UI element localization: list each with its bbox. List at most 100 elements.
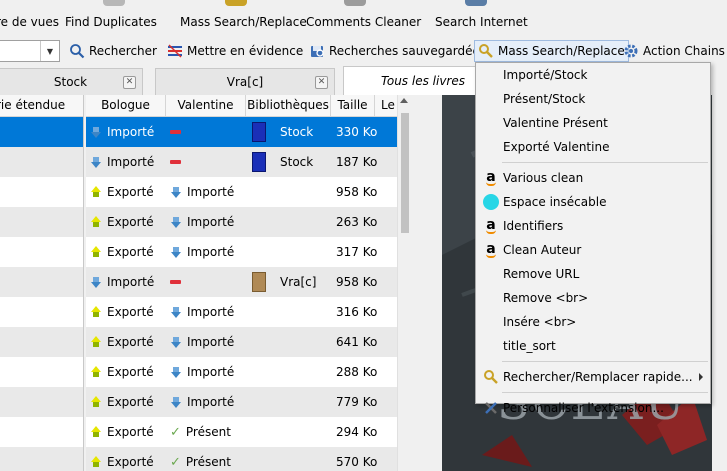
left-table-row[interactable] xyxy=(0,447,83,471)
cell-valentine: Importé xyxy=(170,387,234,417)
books-table: Bologue Valentine Bibliothèques Taille L… xyxy=(86,95,411,471)
table-row[interactable]: Importé Stock 330 Ko xyxy=(86,117,411,147)
column-header-bologue[interactable]: Bologue xyxy=(86,95,166,117)
table-row[interactable]: Exporté Importé 288 Ko xyxy=(86,357,411,387)
menu-item[interactable]: Importé/Stock xyxy=(477,63,709,87)
menu-item[interactable]: Exporté Valentine xyxy=(477,135,709,159)
exported-arrow-icon xyxy=(90,186,102,198)
table-row[interactable]: Exporté ✓ Présent 570 Ko xyxy=(86,447,411,471)
toolbar-mass-search-button[interactable]: Mass Search/Replace xyxy=(180,0,307,36)
scrollbar-thumb[interactable] xyxy=(401,113,409,233)
toolbar-search-internet-button[interactable]: Search Internet xyxy=(435,0,528,36)
table-row[interactable]: Exporté Importé 958 Ko xyxy=(86,177,411,207)
menu-item[interactable]: Remove URL xyxy=(477,262,709,286)
tools-icon xyxy=(483,400,499,416)
left-table-row[interactable] xyxy=(0,237,83,267)
search-history-dropdown[interactable]: ▼ xyxy=(40,41,59,61)
exported-arrow-icon xyxy=(90,216,102,228)
left-column-header[interactable]: rie étendue xyxy=(0,95,83,117)
cell-size: 570 Ko xyxy=(336,455,378,469)
cell-valentine xyxy=(170,267,186,297)
menu-item-label: Rechercher/Remplacer rapide... xyxy=(503,370,693,384)
saved-searches-label: Recherches sauvegardées xyxy=(329,44,487,58)
menu-item[interactable]: Valentine Présent xyxy=(477,111,709,135)
search-button[interactable]: Rechercher xyxy=(66,40,160,62)
imported-arrow-icon xyxy=(170,246,182,258)
menu-item[interactable]: Insére <br> xyxy=(477,310,709,334)
menu-item[interactable]: title_sort xyxy=(477,334,709,358)
left-table-row[interactable] xyxy=(0,327,83,357)
cell-bologue: Importé xyxy=(90,117,154,147)
table-row[interactable]: Importé Vra[c] 958 Ko xyxy=(86,267,411,297)
left-table-row[interactable] xyxy=(0,117,83,147)
left-table-row[interactable] xyxy=(0,147,83,177)
menu-item-label: Insére <br> xyxy=(503,315,577,329)
menu-item[interactable]: Remove <br> xyxy=(477,286,709,310)
menu-item[interactable]: a Identifiers xyxy=(477,214,709,238)
left-table-row[interactable] xyxy=(0,387,83,417)
cell-size: 958 Ko xyxy=(336,185,378,199)
table-row[interactable]: Exporté Importé 779 Ko xyxy=(86,387,411,417)
cell-bologue: Exporté xyxy=(90,297,154,327)
menu-item[interactable]: a Various clean xyxy=(477,166,709,190)
scroll-up-icon[interactable] xyxy=(400,98,408,103)
cell-size: 330 Ko xyxy=(336,125,378,139)
action-chains-button[interactable]: Action Chains xyxy=(620,40,727,62)
cell-size: 263 Ko xyxy=(336,215,378,229)
menu-item[interactable]: Personnaliser l'extension... xyxy=(477,396,709,420)
menu-item[interactable]: Présent/Stock xyxy=(477,87,709,111)
books-table-header: Bologue Valentine Bibliothèques Taille L… xyxy=(86,95,411,117)
cell-valentine: Importé xyxy=(170,357,234,387)
mass-search-replace-label: Mass Search/Replace xyxy=(498,44,625,58)
left-table-row[interactable] xyxy=(0,357,83,387)
menu-item[interactable]: a Clean Auteur xyxy=(477,238,709,262)
exported-arrow-icon xyxy=(90,336,102,348)
tab-vrac[interactable]: Vra[c] ✕ xyxy=(155,68,335,95)
imported-arrow-icon xyxy=(90,156,102,168)
column-header-size[interactable]: Taille xyxy=(331,95,375,117)
table-row[interactable]: Importé Stock 187 Ko xyxy=(86,147,411,177)
highlight-button[interactable]: Mettre en évidence xyxy=(164,40,306,62)
search-replace-icon xyxy=(483,369,499,385)
cell-valentine: Importé xyxy=(170,237,234,267)
table-row[interactable]: Exporté Importé 641 Ko xyxy=(86,327,411,357)
menu-item[interactable]: Espace insécable xyxy=(477,190,709,214)
column-header-valentine[interactable]: Valentine xyxy=(166,95,246,117)
cell-valentine-text: Importé xyxy=(187,215,235,229)
imported-arrow-icon xyxy=(170,336,182,348)
toolbar-views-button[interactable]: re de vues xyxy=(0,0,59,36)
left-table-row[interactable] xyxy=(0,177,83,207)
tab-stock[interactable]: Stock ✕ xyxy=(0,68,143,95)
saved-searches-button[interactable]: Recherches sauvegardées xyxy=(306,40,489,62)
table-row[interactable]: Exporté Importé 317 Ko xyxy=(86,237,411,267)
cell-bologue-text: Exporté xyxy=(107,455,154,469)
cell-bologue-text: Exporté xyxy=(107,425,154,439)
left-table-row[interactable] xyxy=(0,417,83,447)
cell-valentine xyxy=(170,147,186,177)
table-scrollbar[interactable] xyxy=(397,95,411,471)
menu-separator xyxy=(502,392,708,393)
left-table-row[interactable] xyxy=(0,297,83,327)
toolbar-find-duplicates-label: Find Duplicates xyxy=(65,15,157,29)
imported-arrow-icon xyxy=(170,186,182,198)
toolbar-comments-cleaner-button[interactable]: Comments Cleaner xyxy=(306,0,421,36)
left-table-row[interactable] xyxy=(0,267,83,297)
column-header-libraries[interactable]: Bibliothèques xyxy=(246,95,331,117)
amazon-icon: a xyxy=(483,170,499,186)
mass-search-replace-button[interactable]: Mass Search/Replace xyxy=(474,40,629,62)
cell-bologue: Importé xyxy=(90,147,154,177)
cell-bologue-text: Exporté xyxy=(107,245,154,259)
menu-item-label: Remove <br> xyxy=(503,291,589,305)
close-icon[interactable]: ✕ xyxy=(315,76,328,89)
menu-item-label: Various clean xyxy=(503,171,584,185)
toolbar-find-duplicates-button[interactable]: Find Duplicates xyxy=(65,0,157,36)
cell-bologue-text: Exporté xyxy=(107,305,154,319)
table-row[interactable]: Exporté Importé 316 Ko xyxy=(86,297,411,327)
left-table-row[interactable] xyxy=(0,207,83,237)
toolbar-views-label: re de vues xyxy=(0,15,60,29)
table-row[interactable]: Exporté ✓ Présent 294 Ko xyxy=(86,417,411,447)
menu-item[interactable]: Rechercher/Remplacer rapide... xyxy=(477,365,709,389)
table-row[interactable]: Exporté Importé 263 Ko xyxy=(86,207,411,237)
book-icon xyxy=(252,272,266,292)
close-icon[interactable]: ✕ xyxy=(123,76,136,89)
